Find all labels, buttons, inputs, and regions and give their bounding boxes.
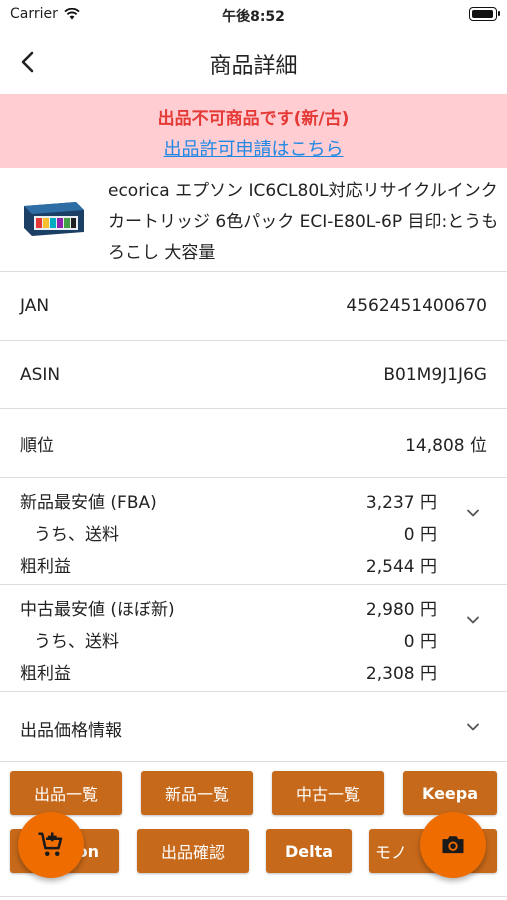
- new-profit-value: 2,544 円: [365, 557, 437, 577]
- new-shipping-label: うち、送料: [34, 525, 119, 545]
- new-price-label: 新品最安値 (FBA): [20, 493, 157, 513]
- unavailable-alert: 出品不可商品です(新/古) 出品許可申請はこちら: [0, 94, 507, 168]
- listing-list-button[interactable]: 出品一覧: [10, 771, 122, 815]
- new-price-value: 3,237 円: [365, 493, 437, 513]
- jan-row: JAN 4562451400670: [0, 272, 507, 341]
- camera-icon: [442, 836, 464, 854]
- listing-price-info-label: 出品価格情報: [20, 721, 122, 741]
- clock: 午後8:52: [222, 9, 285, 25]
- new-price-line: 新品最安値 (FBA) 3,237 円: [0, 482, 507, 514]
- add-to-cart-fab[interactable]: [18, 812, 84, 878]
- used-profit-label: 粗利益: [20, 664, 71, 684]
- battery-fill: [472, 10, 493, 18]
- used-shipping-label: うち、送料: [34, 632, 119, 652]
- used-shipping-value: 0 円: [403, 632, 437, 652]
- cart-plus-icon: [38, 832, 63, 856]
- alert-title: 出品不可商品です(新/古): [157, 109, 350, 129]
- rank-value: 14,808 位: [405, 436, 487, 456]
- battery-icon: [469, 7, 500, 21]
- asin-value: B01M9J1J6G: [383, 365, 487, 385]
- keepa-button[interactable]: Keepa: [403, 771, 497, 815]
- bottom-divider: [0, 896, 507, 897]
- jan-label: JAN: [20, 296, 50, 316]
- used-profit-line: 粗利益 2,308 円: [0, 653, 507, 685]
- new-list-button[interactable]: 新品一覧: [141, 771, 253, 815]
- rank-label: 順位: [20, 436, 54, 456]
- mono-button-label: モノ: [375, 843, 408, 862]
- product-name: ecorica エプソン IC6CL80L対応リサイクルインクカートリッジ 6色…: [108, 181, 499, 263]
- asin-row: ASIN B01M9J1J6G: [0, 341, 507, 409]
- listing-check-button[interactable]: 出品確認: [137, 829, 249, 873]
- used-shipping-line: うち、送料 0 円: [0, 621, 507, 653]
- used-price-value: 2,980 円: [365, 600, 437, 620]
- used-price-section[interactable]: 中古最安値 (ほぼ新) 2,980 円 うち、送料 0 円 粗利益 2,308 …: [0, 585, 507, 692]
- used-price-line: 中古最安値 (ほぼ新) 2,980 円: [0, 589, 507, 621]
- asin-label: ASIN: [20, 365, 61, 385]
- chevron-down-icon[interactable]: [465, 719, 481, 735]
- listing-permission-link[interactable]: 出品許可申請はこちら: [164, 135, 344, 161]
- camera-fab[interactable]: [420, 812, 486, 878]
- delta-button[interactable]: Delta: [266, 829, 352, 873]
- chevron-down-icon[interactable]: [465, 612, 481, 628]
- listing-price-info-row[interactable]: 出品価格情報: [0, 692, 507, 762]
- product-image: [24, 202, 84, 236]
- used-list-button[interactable]: 中古一覧: [272, 771, 384, 815]
- new-profit-label: 粗利益: [20, 557, 71, 577]
- status-bar: Carrier 午後8:52: [0, 0, 507, 30]
- page-title: 商品詳細: [209, 54, 298, 79]
- new-profit-line: 粗利益 2,544 円: [0, 546, 507, 578]
- new-price-section[interactable]: 新品最安値 (FBA) 3,237 円 うち、送料 0 円 粗利益 2,544 …: [0, 478, 507, 585]
- used-price-label: 中古最安値 (ほぼ新): [20, 600, 175, 620]
- jan-value: 4562451400670: [346, 296, 487, 316]
- used-profit-value: 2,308 円: [365, 664, 437, 684]
- rank-row: 順位 14,808 位: [0, 409, 507, 478]
- chevron-down-icon[interactable]: [465, 505, 481, 521]
- navigation-bar: 商品詳細: [0, 30, 507, 94]
- new-shipping-value: 0 円: [403, 525, 437, 545]
- product-header: ecorica エプソン IC6CL80L対応リサイクルインクカートリッジ 6色…: [0, 168, 507, 272]
- new-shipping-line: うち、送料 0 円: [0, 514, 507, 546]
